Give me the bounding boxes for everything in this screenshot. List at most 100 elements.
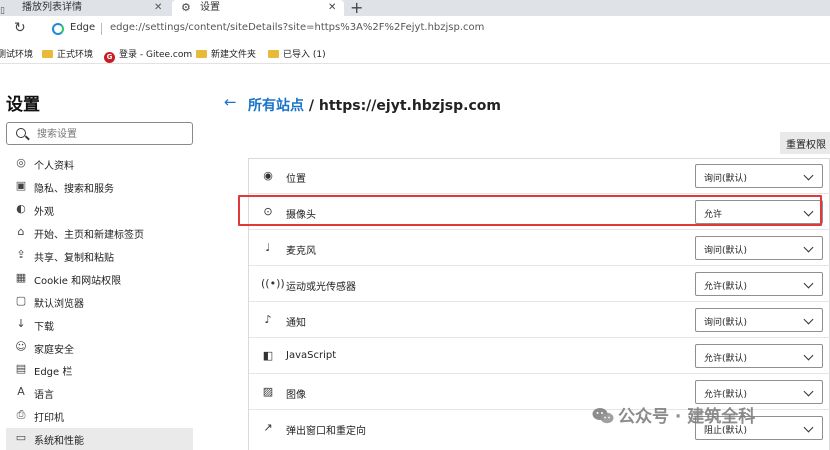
tab-strip: ▯ 播放列表详情 ✕ ⚙ 设置 ✕ +	[0, 0, 830, 17]
permission-select[interactable]: 询问(默认)	[695, 308, 823, 332]
printer-icon: ⎙	[16, 408, 26, 421]
refresh-icon[interactable]: ↻	[14, 20, 26, 36]
language-icon: A	[17, 385, 25, 398]
permission-row-microphone: ♩ 麦克风 询问(默认)	[249, 231, 830, 266]
permission-row-camera: ⊙ 摄像头 允许	[249, 195, 830, 230]
select-value: 允许(默认)	[704, 354, 748, 364]
permission-select[interactable]: 允许(默认)	[695, 380, 823, 404]
permission-row-motion-sensors: ((•)) 运动或光传感器 允许(默认)	[249, 267, 830, 302]
select-value: 允许(默认)	[704, 282, 748, 292]
appearance-icon: ◐	[16, 202, 26, 215]
microphone-icon: ♩	[265, 241, 271, 254]
sidebar-item-profile[interactable]: ◎ 个人资料	[6, 153, 193, 175]
bookmark-label: 登录 - Gitee.com	[119, 50, 193, 60]
share-icon: ⇪	[16, 248, 26, 261]
settings-sidebar: 设置 ◎ 个人资料 ▣ 隐私、搜索和服务 ◐ 外观 ⌂ 开始、主页和新建标签页 …	[0, 64, 200, 450]
bookmark-label: 已导入 (1)	[283, 50, 326, 60]
folder-icon	[42, 50, 53, 58]
permission-select[interactable]: 允许(默认)	[695, 344, 823, 368]
chevron-down-icon	[803, 170, 814, 181]
permission-label: 位置	[286, 174, 306, 185]
close-icon[interactable]: ✕	[328, 0, 336, 16]
sidebar-item-start-home[interactable]: ⌂ 开始、主页和新建标签页	[6, 222, 193, 244]
bookmark-label: 新建文件夹	[211, 50, 257, 60]
permission-row-notifications: ♪ 通知 询问(默认)	[249, 303, 830, 338]
sidebar-item-label: 系统和性能	[34, 436, 84, 447]
download-icon: ↓	[16, 317, 26, 330]
edge-logo-icon	[52, 23, 64, 35]
sidebar-item-label: 家庭安全	[34, 345, 74, 356]
sidebar-item-label: 开始、主页和新建标签页	[34, 230, 144, 241]
tab-playlist-details[interactable]: ▯ 播放列表详情 ✕	[0, 0, 172, 16]
bookmark-item[interactable]: G 登录 - Gitee.com	[104, 47, 192, 63]
reset-permissions-button[interactable]: 重置权限	[780, 132, 830, 154]
bell-icon: ♪	[264, 313, 272, 326]
bookmark-item[interactable]: 新建文件夹	[196, 47, 256, 60]
sidebar-item-appearance[interactable]: ◐ 外观	[6, 199, 193, 221]
bookmark-item[interactable]: 已导入 (1)	[268, 47, 326, 60]
permission-select[interactable]: 询问(默认)	[695, 236, 823, 260]
sidebar-item-cookies[interactable]: ▦ Cookie 和网站权限	[6, 268, 193, 290]
family-icon: ☺	[15, 340, 27, 353]
select-value: 询问(默认)	[704, 246, 748, 256]
permission-row-location: ◉ 位置 询问(默认)	[249, 159, 830, 194]
bookmark-label: 正式环境	[57, 50, 94, 60]
folder-icon	[268, 50, 279, 58]
sidebar-item-printers[interactable]: ⎙ 打印机	[6, 405, 193, 427]
url-field[interactable]: edge://settings/content/siteDetails?site…	[110, 22, 484, 33]
back-arrow-icon[interactable]: ←	[224, 93, 237, 111]
javascript-icon: ◧	[262, 349, 274, 362]
edge-bar-icon: ▤	[15, 362, 27, 375]
sidebar-item-label: 隐私、搜索和服务	[34, 184, 114, 195]
watermark: 公众号 · 建筑全科	[592, 402, 755, 427]
chevron-down-icon	[803, 242, 814, 253]
tab-settings[interactable]: ⚙ 设置 ✕	[172, 0, 344, 16]
address-bar: ↻ Edge edge://settings/content/siteDetai…	[0, 16, 830, 42]
new-tab-button[interactable]: +	[350, 0, 363, 17]
cookie-icon: ▦	[15, 271, 27, 284]
system-icon: ▭	[15, 431, 27, 444]
breadcrumb-separator: /	[304, 98, 319, 114]
folder-icon	[196, 50, 207, 58]
sensor-icon: ((•))	[261, 277, 285, 290]
divider	[101, 23, 102, 35]
tab-label: 播放列表详情	[22, 2, 82, 13]
sidebar-item-languages[interactable]: A 语言	[6, 382, 193, 404]
permission-select[interactable]: 允许(默认)	[695, 272, 823, 296]
search-box[interactable]	[6, 122, 193, 145]
bookmark-item[interactable]: 正式环境	[42, 47, 93, 60]
bookmark-item[interactable]: 测试环境	[0, 47, 33, 60]
sidebar-item-share-copy-paste[interactable]: ⇪ 共享、复制和粘贴	[6, 245, 193, 267]
sidebar-item-label: 个人资料	[34, 161, 74, 172]
sidebar-item-privacy[interactable]: ▣ 隐私、搜索和服务	[6, 176, 193, 198]
sidebar-item-downloads[interactable]: ↓ 下载	[6, 314, 193, 336]
permission-label: 摄像头	[286, 210, 316, 221]
permission-row-javascript: ◧ JavaScript 允许(默认)	[249, 339, 830, 374]
chevron-down-icon	[803, 314, 814, 325]
search-input[interactable]	[37, 126, 187, 142]
permission-label: 图像	[286, 390, 306, 401]
permission-label: JavaScript	[286, 350, 337, 361]
wechat-icon	[592, 408, 614, 424]
permission-select[interactable]: 允许	[695, 200, 823, 224]
chevron-down-icon	[803, 206, 814, 217]
sidebar-item-system-performance[interactable]: ▭ 系统和性能	[6, 428, 193, 450]
bookmark-label: 测试环境	[0, 50, 34, 60]
breadcrumb: 所有站点 / https://ejyt.hbzjsp.com	[248, 95, 501, 115]
site-details-panel: ← 所有站点 / https://ejyt.hbzjsp.com 重置权限 ◉ …	[200, 64, 830, 450]
select-value: 询问(默认)	[704, 318, 748, 328]
sidebar-item-label: 默认浏览器	[34, 299, 84, 310]
permission-select[interactable]: 询问(默认)	[695, 164, 823, 188]
browser-name: Edge	[70, 22, 96, 33]
sidebar-item-edge-bar[interactable]: ▤ Edge 栏	[6, 359, 193, 381]
sidebar-item-family-safety[interactable]: ☺ 家庭安全	[6, 337, 193, 359]
search-icon	[16, 128, 26, 138]
permission-label: 运动或光传感器	[286, 282, 356, 293]
sidebar-item-default-browser[interactable]: ▢ 默认浏览器	[6, 291, 193, 313]
breadcrumb-current-site: https://ejyt.hbzjsp.com	[318, 98, 501, 114]
close-icon[interactable]: ✕	[154, 0, 162, 16]
chevron-down-icon	[803, 386, 814, 397]
sidebar-item-label: 打印机	[34, 413, 64, 424]
breadcrumb-all-sites-link[interactable]: 所有站点	[248, 98, 304, 114]
watermark-text: 公众号 · 建筑全科	[618, 407, 756, 427]
